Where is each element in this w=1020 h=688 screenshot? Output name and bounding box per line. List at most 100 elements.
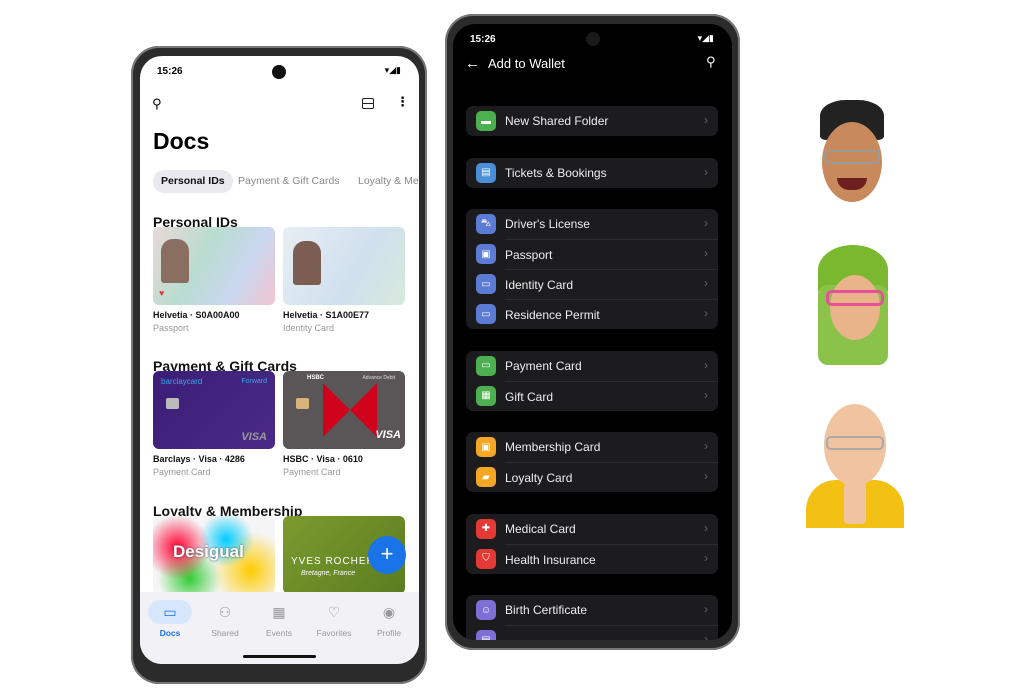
card-title: Barclays · Visa · 4286 bbox=[153, 454, 245, 464]
option-new-shared-folder[interactable]: ▬ New Shared Folder › bbox=[466, 106, 718, 136]
passport-card[interactable]: ♥ bbox=[153, 227, 275, 305]
option-loyalty-card[interactable]: ▰ Loyalty Card › bbox=[466, 462, 718, 492]
chevron-right-icon: › bbox=[704, 387, 708, 402]
option-passport[interactable]: ▣ Passport › bbox=[466, 239, 718, 269]
add-fab-button[interactable]: + bbox=[368, 536, 406, 574]
chip-icon bbox=[296, 398, 309, 409]
option-group: ⛍ Driver's License › ▣ Passport › ▭ Identity Ca… bbox=[466, 209, 718, 329]
chevron-right-icon: › bbox=[704, 306, 708, 320]
option-group: ▤ Tickets & Bookings › bbox=[466, 157, 718, 188]
brand-logo: barclaycard bbox=[161, 377, 203, 386]
photo bbox=[293, 241, 321, 285]
status-icons: ▾◢▮ bbox=[697, 33, 714, 43]
shopping-bag-icon: ▰ bbox=[476, 467, 496, 487]
card-title: Helvetia · S1A00E77 bbox=[283, 310, 370, 320]
option-payment-card[interactable]: ▭ Payment Card › bbox=[466, 351, 718, 381]
page-title: Docs bbox=[153, 128, 210, 154]
card-title: Helvetia · S0A00A00 bbox=[153, 310, 240, 320]
id-card-icon: ▭ bbox=[476, 274, 496, 294]
chevron-right-icon: › bbox=[704, 113, 708, 127]
shield-icon: ⛉ bbox=[476, 548, 496, 569]
chip-loyalty[interactable]: Loyalty & Me bbox=[350, 170, 419, 193]
ticket-icon: ▤ bbox=[476, 162, 496, 183]
option-group: ▬ New Shared Folder › bbox=[466, 106, 718, 136]
option-label: Residence Permit bbox=[505, 299, 718, 329]
chevron-right-icon: › bbox=[704, 276, 708, 290]
shared-icon: ⚇ bbox=[218, 604, 232, 620]
card-tier: Forward bbox=[241, 378, 267, 385]
baby-icon: ☺ bbox=[476, 600, 496, 620]
option-identity-card[interactable]: ▭ Identity Card › bbox=[466, 269, 718, 299]
nav-favorites[interactable]: ♡ Favorites bbox=[309, 600, 359, 638]
brand-tagline: Bretagne, France bbox=[301, 570, 356, 577]
card-subtitle: Identity Card bbox=[283, 323, 335, 333]
calendar-icon: ▦ bbox=[272, 604, 286, 620]
option-birth-certificate[interactable]: ☺ Birth Certificate › bbox=[466, 595, 718, 625]
option-label: Gift Card bbox=[505, 380, 718, 411]
nav-label: Docs bbox=[159, 628, 181, 638]
nav-events[interactable]: ▦ Events bbox=[254, 600, 304, 638]
home-indicator[interactable] bbox=[243, 655, 316, 658]
memoji-avatar bbox=[812, 100, 892, 210]
nav-shared[interactable]: ⚇ Shared bbox=[200, 600, 250, 638]
card-subtitle: Payment Card bbox=[283, 467, 341, 477]
option-group: ☺ Birth Certificate › ▤ › bbox=[466, 595, 718, 640]
option-label: Payment Card bbox=[505, 358, 582, 373]
nav-label: Favorites bbox=[316, 628, 352, 638]
chip-personal-ids[interactable]: Personal IDs bbox=[153, 170, 233, 193]
heart-icon: ♥ bbox=[159, 288, 165, 298]
chevron-right-icon: › bbox=[704, 520, 708, 535]
more-menu-icon[interactable]: ⋮ bbox=[396, 94, 409, 110]
search-icon[interactable]: ⚲ bbox=[706, 54, 716, 70]
phone-docs: 15:26 ▾◢▮ ⚲ ⋮ Docs Personal IDs Payment … bbox=[131, 46, 427, 684]
option-tickets-bookings[interactable]: ▤ Tickets & Bookings › bbox=[466, 158, 718, 188]
option-label: Birth Certificate bbox=[505, 603, 588, 617]
option-medical-card[interactable]: ✚ Medical Card › bbox=[466, 514, 718, 544]
status-time: 15:26 bbox=[157, 66, 183, 77]
nav-profile[interactable]: ◉ Profile bbox=[364, 600, 414, 638]
brand-logo: Desigual bbox=[173, 542, 244, 561]
option-group: ▭ Payment Card › ▦ Gift Card › bbox=[466, 350, 718, 411]
docs-icon: ▭ bbox=[148, 600, 192, 624]
heart-icon: ♡ bbox=[327, 604, 341, 620]
option-driver-s-license[interactable]: ⛍ Driver's License › bbox=[466, 209, 718, 239]
chevron-right-icon: › bbox=[704, 246, 708, 260]
option-group: ▣ Membership Card › ▰ Loyalty Card › bbox=[466, 432, 718, 492]
nav-docs[interactable]: ▭ Docs bbox=[145, 600, 195, 638]
chip-payment-gift-cards[interactable]: Payment & Gift Cards bbox=[230, 170, 348, 193]
option-label: Identity Card bbox=[505, 269, 718, 299]
status-time: 15:26 bbox=[470, 34, 496, 45]
view-toggle-icon[interactable] bbox=[362, 98, 374, 109]
option-item[interactable]: ▤ › bbox=[466, 625, 718, 640]
card-tier: Advance Debit bbox=[362, 375, 395, 381]
option-membership-card[interactable]: ▣ Membership Card › bbox=[466, 432, 718, 462]
option-label: Membership Card bbox=[505, 440, 601, 454]
option-health-insurance[interactable]: ⛉ Health Insurance › bbox=[466, 543, 718, 574]
hsbc-card[interactable]: HSBC Advance Debit VISA bbox=[283, 371, 405, 449]
camera bbox=[272, 65, 286, 79]
option-residence-permit[interactable]: ▭ Residence Permit › bbox=[466, 299, 718, 329]
option-label: Tickets & Bookings bbox=[505, 165, 607, 180]
docs-screen: 15:26 ▾◢▮ ⚲ ⋮ Docs Personal IDs Payment … bbox=[140, 56, 419, 664]
search-icon[interactable]: ⚲ bbox=[152, 96, 162, 112]
network-logo: VISA bbox=[375, 429, 401, 441]
card-subtitle: Passport bbox=[153, 323, 189, 333]
document-icon: ▤ bbox=[476, 630, 496, 640]
brand-logo: HSBC bbox=[307, 375, 325, 381]
photo bbox=[161, 239, 189, 283]
nav-label: Events bbox=[266, 628, 292, 638]
camera bbox=[586, 32, 600, 46]
identity-card[interactable] bbox=[283, 227, 405, 305]
back-arrow-icon[interactable]: ← bbox=[465, 55, 480, 72]
chevron-right-icon: › bbox=[704, 357, 708, 372]
option-gift-card[interactable]: ▦ Gift Card › bbox=[466, 380, 718, 411]
option-label: Driver's License bbox=[505, 217, 590, 231]
option-label: Loyalty Card bbox=[505, 462, 718, 492]
desigual-card[interactable]: Desigual bbox=[153, 516, 275, 594]
memoji-avatar bbox=[808, 245, 898, 370]
option-label: New Shared Folder bbox=[505, 114, 609, 128]
chevron-right-icon: › bbox=[704, 550, 708, 565]
network-logo: VISA bbox=[241, 431, 267, 443]
barclays-card[interactable]: barclaycard Forward VISA bbox=[153, 371, 275, 449]
option-label: Health Insurance bbox=[505, 543, 718, 574]
